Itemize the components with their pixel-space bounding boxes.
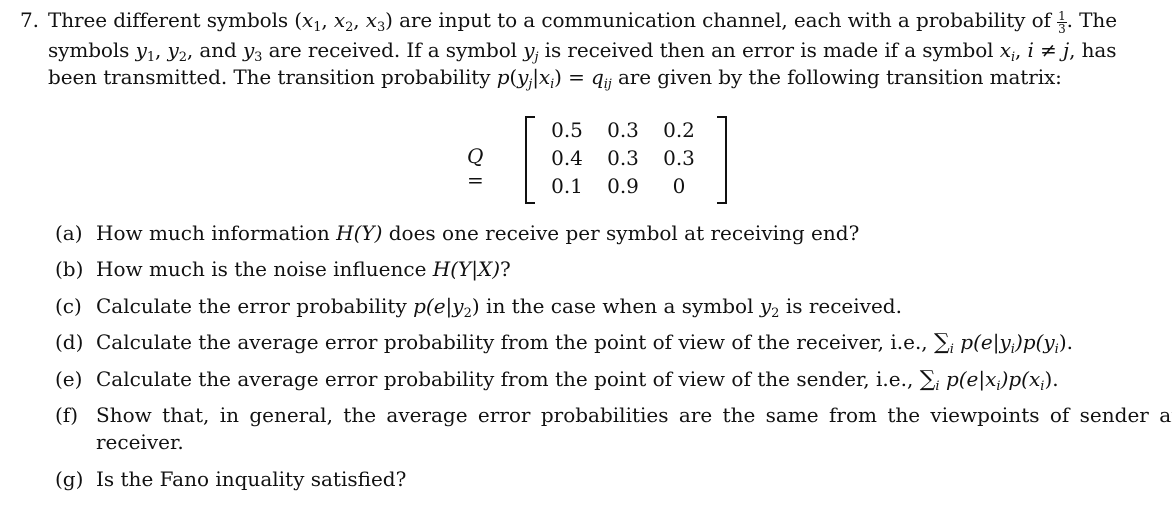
matrix-cell: 0 [672,174,686,198]
intro-line-3: been transmitted. The transition probabi… [48,65,1062,92]
matrix-cell: 0.3 [663,146,695,170]
matrix-row: 0.1 0.9 0 [539,174,707,198]
left-bracket [525,116,535,204]
part-label: (c) [55,294,82,318]
part-g-text: Is the Fano inquality satisfied? [96,467,407,491]
part-label: (e) [55,367,83,391]
matrix-row: 0.5 0.3 0.2 [539,118,707,142]
matrix-cell: 0.5 [551,118,583,142]
matrix-cell: 0.9 [607,174,639,198]
matrix-cell: 0.1 [551,174,583,198]
part-label: (g) [55,467,84,491]
matrix-cell: 0.3 [607,146,639,170]
part-b-text: How much is the noise influence H(Y|X)? [96,257,511,281]
part-d-text: Calculate the average error probability … [96,330,1073,357]
matrix-cell: 0.2 [663,118,695,142]
part-label: (d) [55,330,84,354]
fraction-one-third: 13 [1057,9,1067,36]
matrix-cell: 0.3 [607,118,639,142]
part-c-text: Calculate the error probability p(e|y2) … [96,294,902,321]
problem-number: 7. [20,8,39,32]
part-label: (b) [55,257,84,281]
part-label: (f) [55,403,79,427]
intro-line-1: Three different symbols (x1, x2, x3) are… [48,8,1117,36]
intro-line-2: symbols y1, y2, and y3 are received. If … [48,38,1117,65]
part-label: (a) [55,221,83,245]
matrix-cell: 0.4 [551,146,583,170]
part-e-text: Calculate the average error probability … [96,367,1059,394]
part-a-text: How much information H(Y) does one recei… [96,221,860,245]
right-bracket [717,116,727,204]
matrix-row: 0.4 0.3 0.3 [539,146,707,170]
part-f-text: Show that, in general, the average error… [96,403,1172,427]
sum-symbol: ∑ [934,330,950,355]
sum-symbol: ∑ [919,367,936,392]
matrix-label: Q = [467,144,484,192]
part-f-text-cont: receiver. [96,430,184,454]
